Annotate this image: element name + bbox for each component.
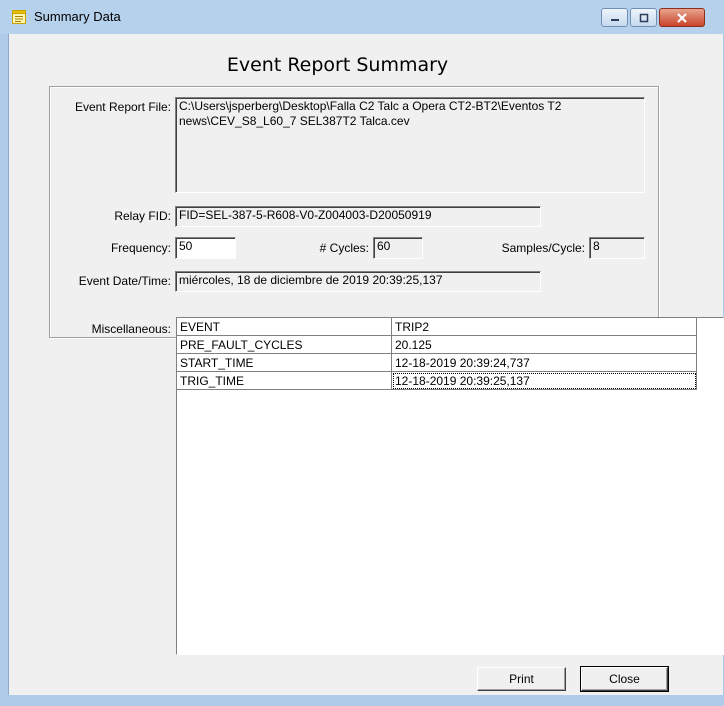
dialog-client-area: Event Report Summary Event Report File: … bbox=[8, 34, 724, 695]
miscellaneous-grid[interactable]: EVENT TRIP2 PRE_FAULT_CYCLES 20.125 STAR… bbox=[176, 317, 724, 655]
minimize-icon bbox=[602, 9, 627, 26]
table-cell-key[interactable]: START_TIME bbox=[177, 354, 392, 372]
table-cell-value[interactable]: 20.125 bbox=[392, 336, 697, 354]
table-row[interactable]: EVENT TRIP2 bbox=[177, 318, 697, 336]
event-datetime-field[interactable]: miércoles, 18 de diciembre de 2019 20:39… bbox=[175, 271, 541, 292]
table-cell-key[interactable]: EVENT bbox=[177, 318, 392, 336]
notepad-icon bbox=[11, 9, 27, 25]
maximize-button[interactable] bbox=[630, 8, 657, 27]
samples-per-cycle-label: Samples/Cycle: bbox=[501, 241, 585, 255]
close-button[interactable]: Close bbox=[580, 666, 669, 692]
table-row[interactable]: PRE_FAULT_CYCLES 20.125 bbox=[177, 336, 697, 354]
summary-data-window: Summary Data Event Report Summary Event … bbox=[0, 0, 724, 706]
samples-per-cycle-field[interactable]: 8 bbox=[589, 237, 645, 259]
event-report-file-label: Event Report File: bbox=[74, 100, 171, 114]
event-datetime-label: Event Date/Time: bbox=[78, 274, 171, 288]
minimize-button[interactable] bbox=[601, 8, 628, 27]
table-cell-key[interactable]: TRIG_TIME bbox=[177, 372, 392, 390]
miscellaneous-label: Miscellaneous: bbox=[91, 322, 171, 336]
event-report-file-field[interactable]: C:\Users\jsperberg\Desktop\Falla C2 Talc… bbox=[175, 97, 645, 193]
close-window-button[interactable] bbox=[659, 8, 705, 27]
frequency-label: Frequency: bbox=[110, 241, 171, 255]
table-cell-key[interactable]: PRE_FAULT_CYCLES bbox=[177, 336, 392, 354]
table-cell-value-focused[interactable]: 12-18-2019 20:39:25,137 bbox=[392, 372, 697, 390]
table-cell-value[interactable]: 12-18-2019 20:39:24,737 bbox=[392, 354, 697, 372]
relay-fid-field[interactable]: FID=SEL-387-5-R608-V0-Z004003-D20050919 bbox=[175, 206, 541, 227]
table-row[interactable]: TRIG_TIME 12-18-2019 20:39:25,137 bbox=[177, 372, 697, 390]
cycles-field[interactable]: 60 bbox=[373, 237, 423, 259]
page-title: Event Report Summary bbox=[226, 54, 449, 76]
window-bottom-border bbox=[0, 695, 724, 706]
frequency-input[interactable]: 50 bbox=[175, 237, 236, 259]
cycles-label: # Cycles: bbox=[319, 241, 369, 255]
title-bar[interactable]: Summary Data bbox=[0, 0, 724, 34]
close-icon bbox=[660, 9, 704, 26]
table-row[interactable]: START_TIME 12-18-2019 20:39:24,737 bbox=[177, 354, 697, 372]
maximize-icon bbox=[631, 9, 656, 26]
window-title: Summary Data bbox=[34, 9, 121, 24]
print-button[interactable]: Print bbox=[477, 667, 566, 691]
relay-fid-label: Relay FID: bbox=[114, 209, 171, 223]
table-cell-value[interactable]: TRIP2 bbox=[392, 318, 697, 336]
